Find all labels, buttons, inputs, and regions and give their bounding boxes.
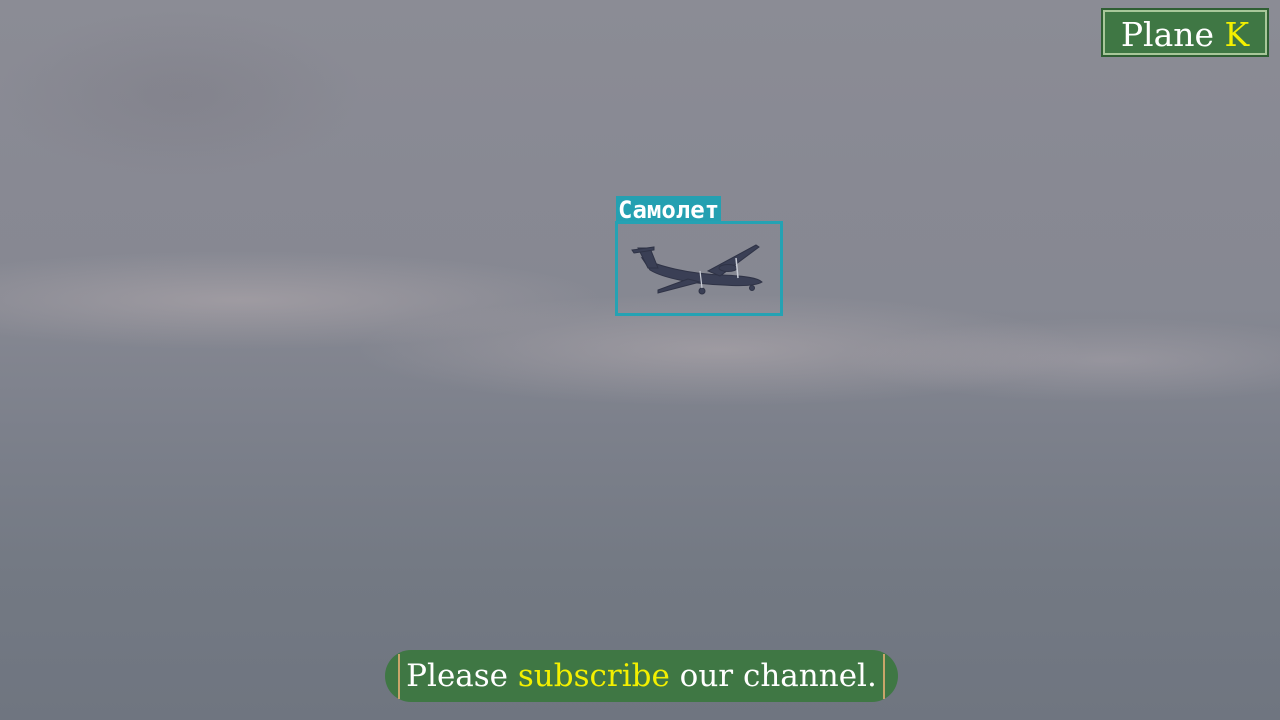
logo-letter: K <box>1224 15 1250 54</box>
logo-text: Plane K <box>1103 17 1267 53</box>
subscribe-text: Please subscribe our channel. <box>385 656 898 696</box>
airplane-image <box>631 244 763 295</box>
subscribe-text-accent: subscribe <box>517 658 670 694</box>
detection-label: Самолет <box>616 196 722 224</box>
subscribe-text-part2: our channel. <box>669 658 877 694</box>
channel-logo: Plane K <box>1101 8 1269 57</box>
sky-background <box>0 0 1280 720</box>
subscribe-text-part1: Please <box>406 658 518 694</box>
logo-word: Plane <box>1120 15 1215 54</box>
